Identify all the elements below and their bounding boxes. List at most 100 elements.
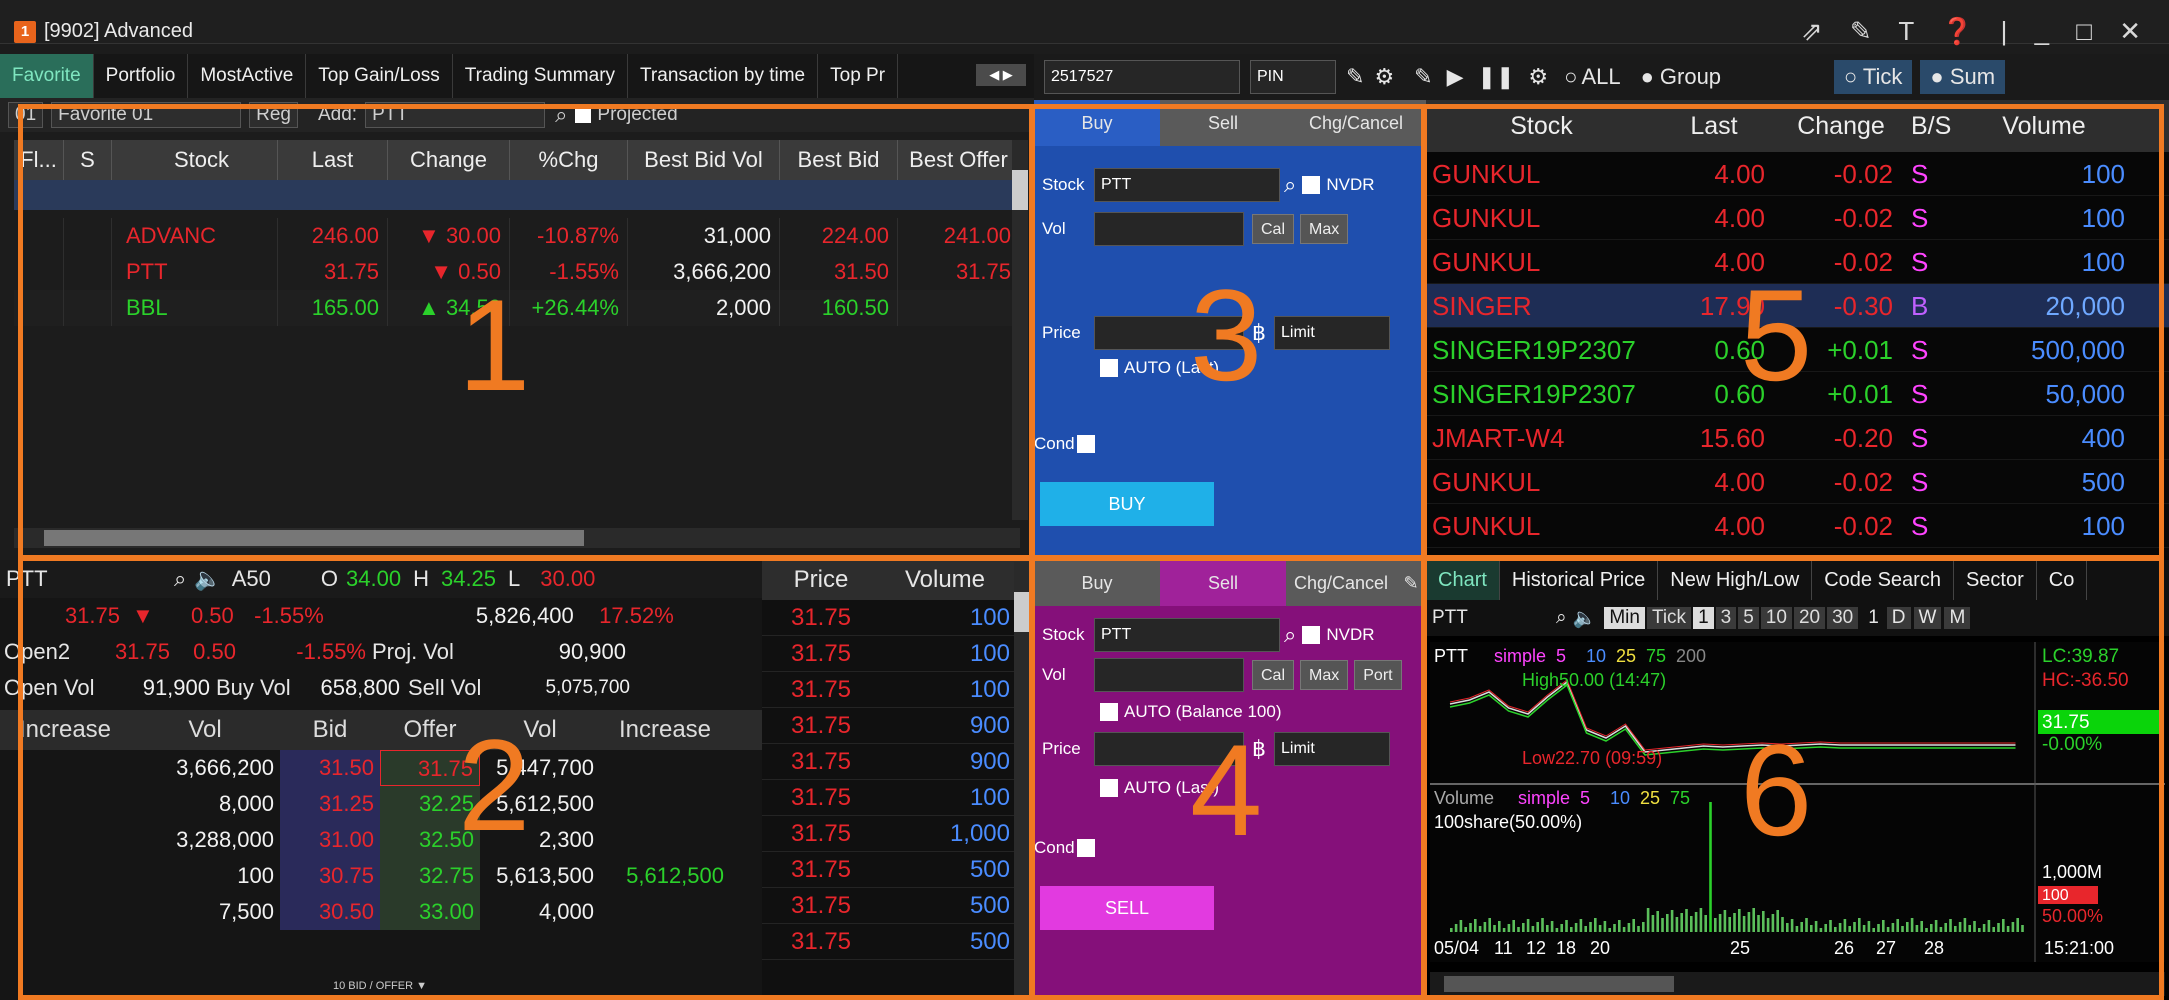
tab-transaction-by-time[interactable]: Transaction by time [628,54,819,98]
cal-button[interactable]: Cal [1252,214,1295,244]
tab-code-search[interactable]: Code Search [1812,560,1954,600]
bid-offer-depth-select[interactable]: 10 BID / OFFER ▼ [280,980,480,992]
nvdr-checkbox[interactable] [1302,176,1321,194]
trade-row[interactable]: 31.75 100 [762,780,1034,816]
tab-trading-summary[interactable]: Trading Summary [453,54,629,98]
add-stock-input[interactable]: PTT [365,102,546,128]
tab-chart[interactable]: Chart [1426,560,1500,600]
col-pct-change[interactable]: %Chg [510,140,628,180]
book-row[interactable]: 100 30.75 32.75 5,613,500 5,612,500 [0,858,762,894]
tab-portfolio[interactable]: Portfolio [94,54,189,98]
chart-toolbar[interactable] [1430,972,2165,996]
edit-icon[interactable]: ✎ [1346,64,1364,90]
period-select[interactable]: 1 [1868,607,1879,629]
buy-button[interactable]: BUY [1040,482,1214,526]
sell-button[interactable]: SELL [1040,886,1214,930]
search-icon[interactable]: ⌕ [1284,172,1296,198]
trade-row[interactable]: 31.75 100 [762,672,1034,708]
mode-select[interactable]: Reg [249,102,298,128]
col-flag[interactable]: Fl... [14,140,64,180]
search-icon[interactable]: ⌕ [174,566,186,592]
cond-checkbox[interactable] [1076,839,1095,857]
col-last[interactable]: Last [1651,100,1777,152]
tab-top-gain-loss[interactable]: Top Gain/Loss [306,54,453,98]
book-row[interactable]: 7,500 30.50 33.00 4,000 [0,894,762,930]
group-label[interactable]: Group [1660,64,1820,90]
ticker-row[interactable]: GUNKUL 4.00 -0.02 S 100 [1426,504,2169,548]
sum-radio[interactable]: ● Sum [1920,60,2006,94]
chart-symbol-input[interactable]: PTT [1426,607,1546,629]
edit-icon[interactable]: ✎ [1396,560,1426,606]
cal-button[interactable]: Cal [1252,660,1295,690]
tab-new-high-low[interactable]: New High/Low [1658,560,1813,600]
col-best-bid-vol[interactable]: Best Bid Vol [628,140,780,180]
order-type-select[interactable]: Limit [1274,732,1390,766]
favorite-list-select[interactable]: Favorite 01 [51,102,242,128]
vol-input[interactable] [1094,658,1244,692]
tab-scroll-arrows[interactable]: ◀ ▶ [976,64,1026,86]
port-button[interactable]: Port [1354,660,1402,690]
settings-icon[interactable]: ⚙ [1528,64,1548,90]
account-select[interactable]: 2517527 [1044,60,1240,94]
group-radio[interactable]: ● [1641,64,1654,90]
interval-min[interactable]: Min [1604,607,1645,629]
ticker-row[interactable]: GUNKUL 4.00 -0.02 S 100 [1426,152,2169,196]
book-row[interactable]: 3,666,200 31.50 31.75 5,447,700 [0,750,762,786]
vertical-scrollbar[interactable] [1012,140,1028,520]
col-stock[interactable]: Stock [1426,100,1651,152]
trade-row[interactable]: 31.75 100 [762,636,1034,672]
interval-20[interactable]: 20 [1793,607,1826,629]
cond-checkbox[interactable] [1076,435,1095,453]
interval-1[interactable]: 1 [1693,607,1714,629]
symbol-input[interactable]: PTT [0,566,150,592]
gear-icon[interactable]: ⚙ [1374,64,1394,90]
trade-row[interactable]: 31.75 500 [762,852,1034,888]
all-radio[interactable]: ○ [1564,64,1577,90]
col-s[interactable]: S [64,140,112,180]
selected-empty-row[interactable] [14,180,1020,210]
col-best-offer[interactable]: Best Offer [898,140,1020,180]
range-w[interactable]: W [1913,607,1942,629]
tab-most-active[interactable]: MostActive [188,54,307,98]
tab-sell[interactable]: Sell [1160,560,1286,606]
speaker-icon[interactable]: 🔈 [194,566,221,592]
tab-sector[interactable]: Sector [1954,560,2037,600]
trade-row[interactable]: 31.75 500 [762,924,1034,960]
interval-30[interactable]: 30 [1827,607,1859,629]
speaker-icon[interactable]: 🔈 [1573,606,1597,630]
tab-co[interactable]: Co [2037,560,2088,600]
tab-top-price[interactable]: Top Pr [818,54,899,98]
pause-icon[interactable]: ❚❚ [1478,64,1515,90]
range-d[interactable]: D [1886,607,1911,629]
tab-chg-cancel[interactable]: Chg/Cancel [1286,100,1426,146]
auto-last-checkbox[interactable] [1100,359,1118,377]
interval-10[interactable]: 10 [1760,607,1792,629]
window-controls[interactable]: ⇗ ✎ T ❓ | _ □ ✕ [1801,16,2151,47]
tick-radio[interactable]: ○ Tick [1833,60,1913,94]
range-m[interactable]: M [1944,607,1971,629]
col-bs[interactable]: B/S [1905,100,1951,152]
auto-last-checkbox[interactable] [1100,779,1118,797]
ticker-row[interactable]: GUNKUL 4.00 -0.02 S 100 [1426,196,2169,240]
trade-row[interactable]: 31.75 500 [762,888,1034,924]
col-volume[interactable]: Volume [1951,100,2137,152]
interval-5[interactable]: 5 [1738,607,1759,629]
favorite-number-select[interactable]: 01 [8,102,44,128]
auto-balance-checkbox[interactable] [1100,703,1118,721]
ticker-row[interactable]: GUNKUL 4.00 -0.02 S 500 [1426,460,2169,504]
tab-buy[interactable]: Buy [1034,100,1160,146]
interval-tick[interactable]: Tick [1646,607,1692,629]
vol-input[interactable] [1094,212,1244,246]
col-stock[interactable]: Stock [112,140,278,180]
book-row[interactable]: 8,000 31.25 32.25 5,612,500 [0,786,762,822]
tab-historical-price[interactable]: Historical Price [1500,560,1659,600]
set-select[interactable]: A50 [232,566,271,592]
tab-buy[interactable]: Buy [1034,560,1160,606]
nvdr-checkbox[interactable] [1302,626,1321,644]
search-icon[interactable]: ⌕ [555,102,567,128]
tab-sell[interactable]: Sell [1160,100,1286,146]
vertical-scrollbar[interactable] [1014,562,1032,998]
trade-row[interactable]: 31.75 900 [762,744,1034,780]
stock-input[interactable]: PTT [1094,618,1280,652]
stock-input[interactable]: PTT [1094,168,1280,202]
